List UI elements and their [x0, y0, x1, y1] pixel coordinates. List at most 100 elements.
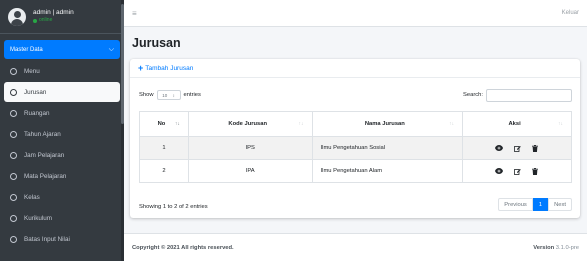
sidebar-item-batas-input-nilai[interactable]: Batas Input Nilai	[4, 229, 120, 249]
sidebar-item-kurikulum[interactable]: Kurikulum	[4, 208, 120, 228]
sidebar-item-label: Kurikulum	[24, 214, 52, 222]
sidebar-item-tahun-ajaran[interactable]: Tahun Ajaran	[4, 124, 120, 144]
eye-icon	[495, 168, 504, 174]
table-row: 1 IPS Ilmu Pengetahuan Sosial	[139, 136, 572, 160]
logout-link[interactable]: Keluar	[562, 10, 579, 16]
sidebar: admin | admin online Master Data ⌵ Menu …	[0, 0, 124, 261]
cell-nama: Ilmu Pengetahuan Sosial	[311, 136, 464, 160]
sort-icon: ↑↓	[298, 121, 304, 127]
sidebar-item-jurusan[interactable]: Jurusan	[4, 82, 120, 102]
version-value: 3.1.0-pre	[555, 244, 579, 251]
footer: Copyright © 2021 All rights reserved. Ve…	[124, 233, 587, 261]
circle-icon	[10, 151, 17, 159]
column-header-label: Nama Jurusan	[364, 121, 405, 127]
circle-icon	[10, 235, 17, 243]
user-avatar-icon	[8, 7, 26, 26]
entries-select[interactable]: 10 ↕	[156, 90, 181, 100]
trash-icon	[532, 167, 539, 175]
sidebar-item-label: Tahun Ajaran	[24, 130, 61, 138]
online-dot-icon	[33, 18, 37, 23]
entries-label: entries	[183, 92, 201, 98]
version-text: Version 3.1.0-pre	[533, 245, 579, 251]
chevron-down-icon: ⌵	[108, 45, 114, 53]
sidebar-item-label: Menu	[24, 67, 40, 75]
cell-kode: IPS	[187, 136, 313, 160]
cell-aksi	[462, 159, 572, 183]
card-header: + Tambah Jurusan	[130, 59, 580, 78]
sidebar-item-label: Jurusan	[24, 88, 47, 96]
edit-button[interactable]	[510, 143, 524, 154]
page-title: Jurusan	[132, 36, 181, 50]
sidebar-item-label: Batas Input Nilai	[24, 235, 70, 243]
table-info: Showing 1 to 2 of 2 entries	[139, 204, 208, 210]
edit-icon	[513, 168, 521, 175]
column-header-aksi[interactable]: Aksi ↑↓	[462, 111, 572, 137]
entries-length: Show 10 ↕ entries	[139, 90, 201, 100]
sidebar-item-label: Jam Pelajaran	[24, 151, 65, 159]
sidebar-item-kelas[interactable]: Kelas	[4, 187, 120, 207]
edit-icon	[513, 145, 521, 152]
copyright-text: Copyright © 2021 All rights reserved.	[132, 244, 234, 251]
column-header-kode[interactable]: Kode Jurusan ↑↓	[187, 111, 313, 137]
show-label: Show	[139, 92, 154, 98]
entries-select-value: 10	[162, 92, 168, 98]
column-header-nama[interactable]: Nama Jurusan ↑↓	[311, 111, 464, 137]
trash-icon	[532, 144, 539, 152]
eye-icon	[495, 145, 504, 151]
circle-icon	[10, 109, 17, 117]
cell-no: 1	[139, 136, 189, 160]
next-page-button[interactable]: Next	[548, 198, 572, 211]
view-button[interactable]	[492, 143, 506, 154]
search-input[interactable]	[486, 88, 572, 102]
plus-icon: +	[138, 63, 144, 73]
pagination: Previous 1 Next	[498, 198, 572, 211]
select-arrows-icon: ↕	[172, 92, 175, 98]
previous-page-button[interactable]: Previous	[498, 198, 533, 211]
circle-icon	[10, 214, 17, 222]
circle-icon	[10, 172, 17, 180]
add-jurusan-label: Tambah Jurusan	[145, 64, 194, 72]
topbar: ≡ Keluar	[124, 0, 587, 27]
column-header-label: Kode Jurusan	[228, 121, 268, 127]
search-label: Search:	[463, 92, 483, 98]
user-status-label: online	[39, 17, 53, 23]
table-search: Search:	[463, 88, 572, 102]
circle-icon	[10, 130, 17, 138]
delete-button[interactable]	[528, 166, 542, 177]
version-label: Version	[533, 244, 555, 251]
page-1-button[interactable]: 1	[532, 198, 549, 211]
cell-aksi	[462, 136, 572, 160]
column-header-label: No	[157, 121, 166, 127]
jurusan-card: + Tambah Jurusan Show 10 ↕ entries Search…	[130, 59, 580, 218]
circle-icon	[10, 67, 17, 75]
sidebar-item-label: Ruangan	[24, 109, 50, 117]
delete-button[interactable]	[528, 143, 542, 154]
sidebar-scrollbar[interactable]	[121, 0, 124, 261]
user-name[interactable]: admin | admin	[33, 9, 74, 17]
sort-icon: ↑↓	[449, 121, 455, 127]
user-panel[interactable]: admin | admin online	[0, 0, 124, 34]
sidebar-menu-label: Master Data	[10, 46, 43, 53]
circle-icon	[10, 193, 17, 201]
sidebar-item-mata-pelajaran[interactable]: Mata Pelajaran	[4, 166, 120, 186]
column-header-no[interactable]: No ↑↓	[139, 111, 189, 137]
sidebar-menu-master-data[interactable]: Master Data ⌵	[4, 40, 120, 59]
table-header-row: No ↑↓ Kode Jurusan ↑↓ Nama Jurusan ↑↓ Aksi ↑…	[139, 111, 572, 137]
cell-nama: Ilmu Pengetahuan Alam	[311, 159, 464, 183]
sidebar-item-jam-pelajaran[interactable]: Jam Pelajaran	[4, 145, 120, 165]
column-header-label: Aksi	[508, 121, 521, 127]
circle-icon	[10, 88, 17, 96]
hamburger-icon[interactable]: ≡	[132, 9, 137, 18]
cell-kode: IPA	[187, 159, 313, 183]
jurusan-table: No ↑↓ Kode Jurusan ↑↓ Nama Jurusan ↑↓ Aksi ↑…	[139, 111, 572, 183]
sidebar-item-ruangan[interactable]: Ruangan	[4, 103, 120, 123]
view-button[interactable]	[492, 166, 506, 177]
cell-no: 2	[139, 159, 189, 183]
add-jurusan-button[interactable]: + Tambah Jurusan	[138, 63, 194, 73]
sidebar-item-menu[interactable]: Menu	[4, 61, 120, 81]
sort-icon: ↑↓	[558, 121, 563, 127]
sort-asc-icon: ↑↓	[174, 121, 180, 127]
edit-button[interactable]	[510, 166, 524, 177]
sidebar-item-label: Kelas	[24, 193, 40, 201]
sidebar-item-label: Mata Pelajaran	[24, 172, 67, 180]
